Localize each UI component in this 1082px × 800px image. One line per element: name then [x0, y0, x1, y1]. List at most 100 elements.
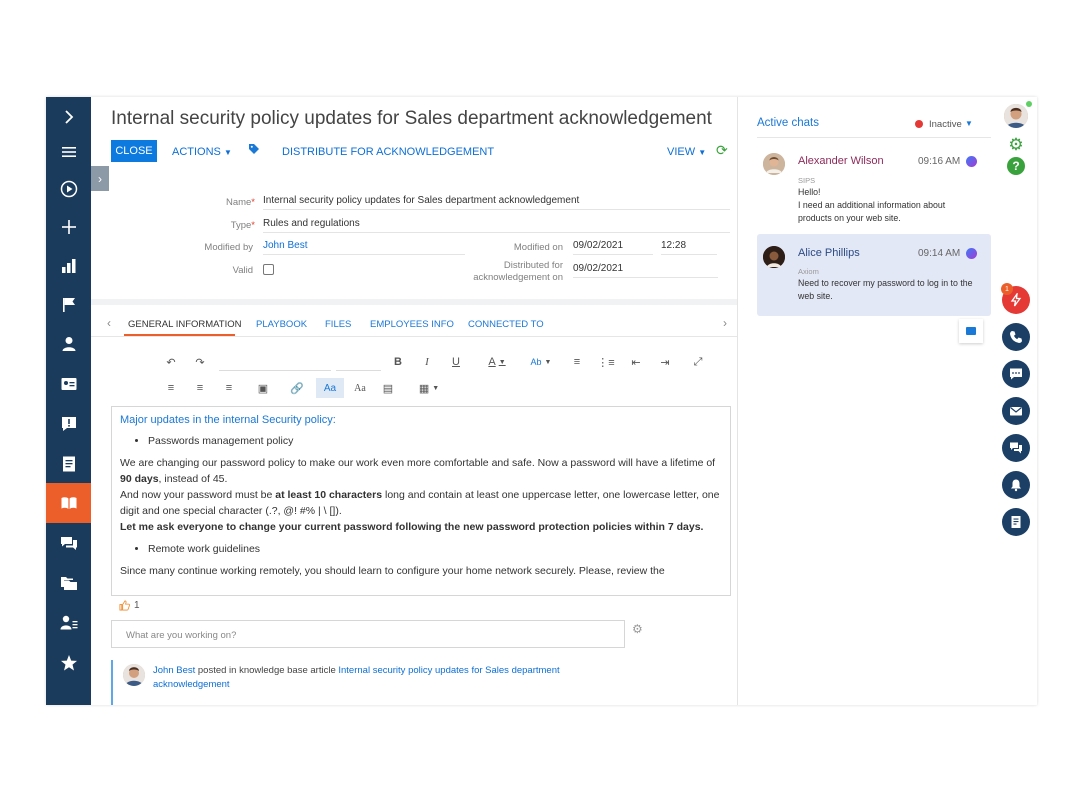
- expand-menu-icon[interactable]: [46, 97, 91, 137]
- font-case-icon[interactable]: Aa: [351, 380, 369, 396]
- process-log-icon[interactable]: [1002, 508, 1030, 536]
- view-label: VIEW: [667, 146, 696, 158]
- tab-playbook[interactable]: PLAYBOOK: [256, 319, 307, 330]
- actions-menu[interactable]: ACTIONS ▼: [172, 146, 232, 158]
- avatar[interactable]: [123, 664, 145, 686]
- bell-icon[interactable]: [1002, 471, 1030, 499]
- tab-bar: ‹ GENERAL INFORMATION PLAYBOOK FILES EMP…: [91, 311, 737, 337]
- accounts-card-icon[interactable]: [46, 364, 91, 404]
- play-process-icon[interactable]: [46, 169, 91, 209]
- modified-on-time[interactable]: 12:28: [661, 240, 717, 255]
- phone-icon[interactable]: [1002, 323, 1030, 351]
- chat-message: Need to recover my password to log in to…: [798, 278, 973, 301]
- modified-on-date[interactable]: 09/02/2021: [573, 240, 653, 255]
- indent-decrease-icon[interactable]: ⇤: [627, 354, 645, 370]
- dashboards-icon[interactable]: [46, 246, 91, 286]
- knowledge-base-icon[interactable]: [46, 483, 91, 523]
- tab-files[interactable]: FILES: [325, 319, 351, 330]
- name-field[interactable]: Internal security policy updates for Sal…: [263, 195, 730, 210]
- underline-icon[interactable]: U: [447, 354, 465, 370]
- chevron-down-icon: ▼: [698, 148, 707, 157]
- chat-item[interactable]: Alexander Wilson 09:16 AM SIPS Hello! I …: [757, 141, 991, 227]
- fullscreen-icon[interactable]: ⤢: [689, 354, 707, 370]
- bullet-list: Passwords management policy: [148, 433, 722, 449]
- refresh-icon[interactable]: ⟳: [716, 142, 728, 159]
- text-style-icon[interactable]: Aa: [316, 378, 344, 398]
- chevron-right-icon[interactable]: ›: [723, 316, 727, 330]
- post-input[interactable]: What are you working on?: [111, 620, 625, 648]
- expand-panel-icon[interactable]: ›: [91, 166, 109, 191]
- employees-icon[interactable]: [46, 603, 91, 643]
- align-left-icon[interactable]: ≡: [162, 380, 180, 396]
- bold-icon[interactable]: B: [389, 354, 407, 370]
- insert-table-icon[interactable]: ▦ ▼: [415, 380, 443, 396]
- active-tab-indicator: [124, 334, 235, 336]
- user-avatar[interactable]: [1004, 104, 1028, 128]
- highlight-color-icon[interactable]: Ab ▼: [527, 354, 555, 370]
- tag-icon[interactable]: [248, 143, 260, 158]
- feed-icon[interactable]: [1002, 434, 1030, 462]
- distributed-on-field[interactable]: 09/02/2021: [573, 263, 718, 278]
- modified-by-field[interactable]: John Best: [263, 240, 465, 255]
- contacts-icon[interactable]: [46, 324, 91, 364]
- actions-label: ACTIONS: [172, 146, 221, 158]
- chat-icon[interactable]: [1002, 360, 1030, 388]
- distribute-for-acknowledgement-button[interactable]: DISTRIBUTE FOR ACKNOWLEDGEMENT: [282, 146, 494, 158]
- documents-icon[interactable]: [46, 444, 91, 484]
- italic-icon[interactable]: I: [418, 354, 436, 370]
- notification-badge: 1: [1001, 283, 1013, 295]
- modified-by-label: Modified by: [204, 242, 253, 253]
- paragraph: We are changing our password policy to m…: [120, 457, 716, 485]
- status-select[interactable]: Inactive: [929, 119, 962, 130]
- indent-increase-icon[interactable]: ⇥: [656, 354, 674, 370]
- folders-icon[interactable]: [46, 563, 91, 603]
- name-label: Name*: [225, 197, 255, 208]
- chat-time: 09:14 AM: [918, 248, 961, 259]
- feed-author-link[interactable]: John Best: [153, 665, 195, 676]
- valid-checkbox[interactable]: [263, 264, 274, 275]
- font-size-select[interactable]: [336, 370, 381, 371]
- type-field[interactable]: Rules and regulations: [263, 218, 730, 233]
- help-icon[interactable]: ?: [1007, 157, 1025, 175]
- hamburger-menu-icon[interactable]: [46, 132, 91, 172]
- gear-icon[interactable]: ⚙: [1007, 136, 1025, 154]
- chat-message: Hello! I need an additional information …: [798, 187, 946, 223]
- chats-title: Active chats: [757, 117, 819, 129]
- align-right-icon[interactable]: ≡: [220, 380, 238, 396]
- undo-icon[interactable]: ↶: [162, 354, 180, 370]
- tab-employees-info[interactable]: EMPLOYEES INFO: [370, 319, 454, 330]
- gear-icon[interactable]: ⚙: [632, 622, 643, 636]
- align-center-icon[interactable]: ≡: [191, 380, 209, 396]
- numbered-list-icon[interactable]: ≡: [568, 354, 586, 370]
- source-code-icon[interactable]: ▤: [379, 380, 397, 396]
- like-button[interactable]: 1: [119, 600, 140, 611]
- chevron-down-icon[interactable]: ▼: [965, 119, 973, 128]
- add-icon[interactable]: [46, 207, 91, 247]
- star-favorites-icon[interactable]: [46, 643, 91, 683]
- tab-general-information[interactable]: GENERAL INFORMATION: [128, 319, 241, 330]
- redo-icon[interactable]: ↷: [191, 354, 209, 370]
- chevron-down-icon: ▼: [223, 148, 232, 157]
- font-family-select[interactable]: [219, 370, 331, 371]
- left-navigation: [46, 97, 91, 705]
- article-editor[interactable]: Major updates in the internal Security p…: [111, 406, 731, 596]
- font-color-icon[interactable]: A ▼: [483, 354, 511, 370]
- flag-icon[interactable]: [46, 285, 91, 325]
- editor-heading: Major updates in the internal Security p…: [120, 414, 336, 426]
- tab-connected-to[interactable]: CONNECTED TO: [468, 319, 544, 330]
- chat-time: 09:16 AM: [918, 156, 961, 167]
- cases-alert-icon[interactable]: [46, 404, 91, 444]
- chevron-left-icon[interactable]: ‹: [107, 316, 111, 330]
- insert-image-icon[interactable]: ▣: [254, 380, 272, 396]
- chat-item-selected[interactable]: Alice Phillips 09:14 AM Axiom Need to re…: [757, 234, 991, 316]
- bullet-list: Remote work guidelines: [148, 541, 722, 557]
- chat-window-icon[interactable]: [959, 319, 983, 343]
- thumbs-up-icon: [119, 600, 130, 611]
- close-button[interactable]: CLOSE: [111, 140, 157, 162]
- bulleted-list-icon[interactable]: ⋮≡: [597, 354, 615, 370]
- valid-label: Valid: [232, 265, 253, 276]
- view-menu[interactable]: VIEW ▼: [667, 146, 706, 158]
- insert-link-icon[interactable]: 🔗: [288, 380, 306, 396]
- email-icon[interactable]: [1002, 397, 1030, 425]
- feed-chat-icon[interactable]: [46, 524, 91, 564]
